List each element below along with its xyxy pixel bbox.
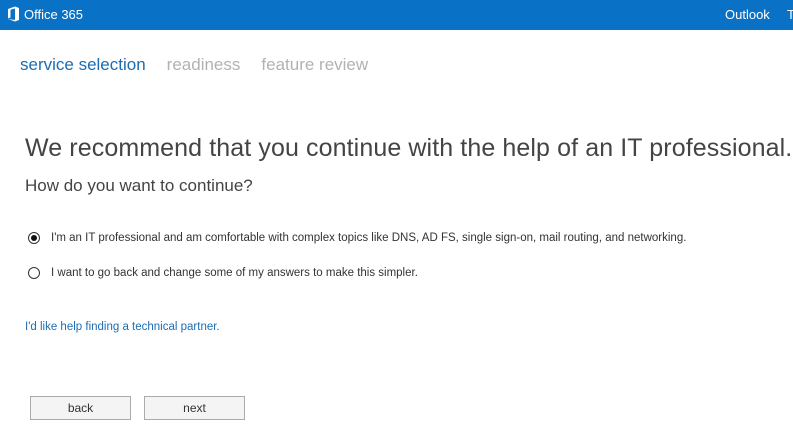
next-button[interactable]: next <box>144 396 245 420</box>
nav-link-truncated[interactable]: T <box>787 7 793 22</box>
nav-link-outlook[interactable]: Outlook <box>725 7 770 22</box>
back-button[interactable]: back <box>30 396 131 420</box>
page-subtitle: How do you want to continue? <box>25 176 253 195</box>
step-readiness: readiness <box>166 55 241 74</box>
step-service-selection: service selection <box>20 55 146 74</box>
wizard-steps: service selection readiness feature revi… <box>20 55 368 75</box>
option-go-back[interactable]: I want to go back and change some of my … <box>28 267 418 279</box>
office-logo-icon <box>7 6 20 22</box>
brand-name: Office 365 <box>24 6 84 22</box>
radio-it-professional[interactable] <box>28 232 40 244</box>
step-feature-review: feature review <box>261 55 369 74</box>
office-365-logo[interactable]: Office 365 <box>7 6 83 22</box>
option-it-professional[interactable]: I'm an IT professional and am comfortabl… <box>28 232 686 244</box>
option-it-professional-label: I'm an IT professional and am comfortabl… <box>51 232 687 244</box>
top-navigation-bar: Office 365 Outlook T <box>0 0 793 30</box>
page-title: We recommend that you continue with the … <box>25 134 793 162</box>
technical-partner-link[interactable]: I'd like help finding a technical partne… <box>25 321 220 333</box>
option-go-back-label: I want to go back and change some of my … <box>51 267 418 279</box>
radio-go-back[interactable] <box>28 267 40 279</box>
